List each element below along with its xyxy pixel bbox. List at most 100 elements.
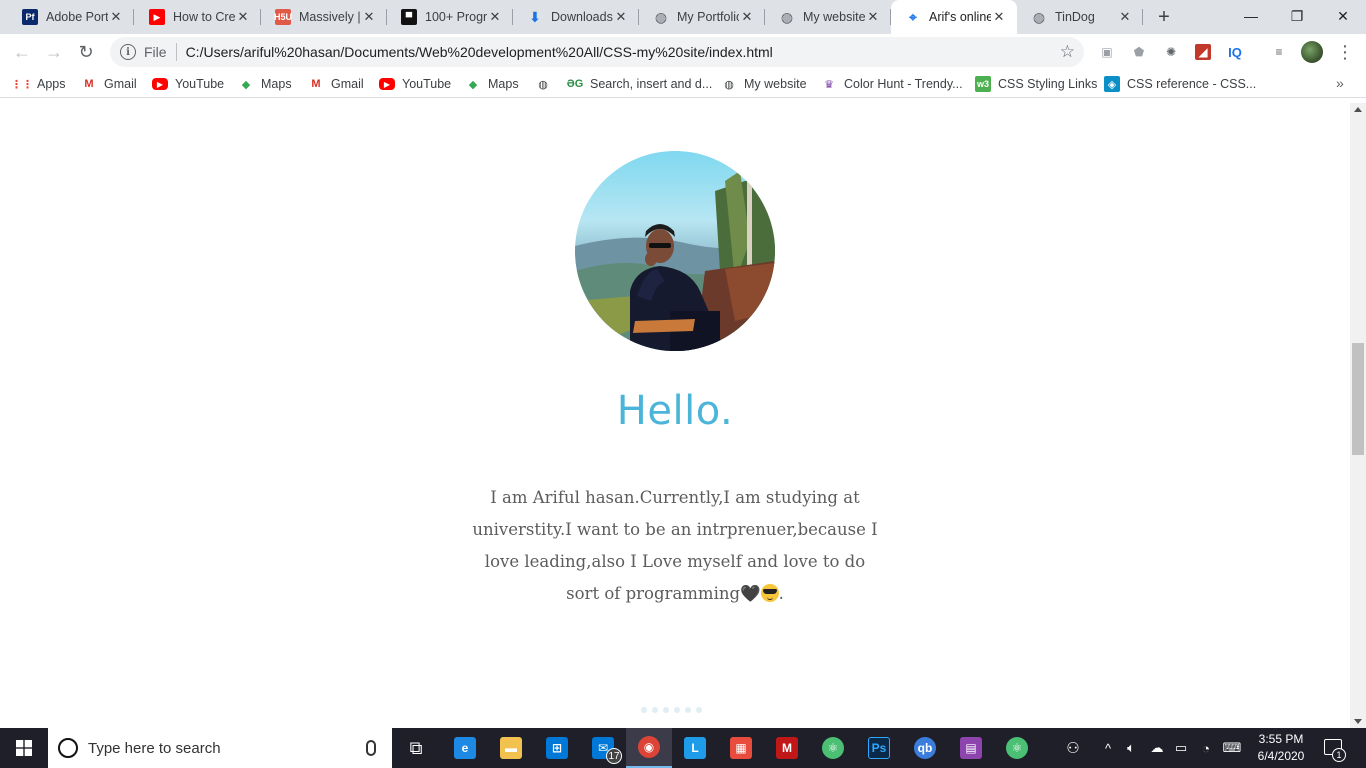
tab-title: Massively | HTML5 UP [299, 10, 361, 24]
browser-tab[interactable]: ⬇ Downloads ✕ [513, 0, 639, 34]
bookmark-item[interactable]: ◆ Maps [238, 75, 292, 93]
iq-icon[interactable]: IQ [1227, 44, 1243, 60]
bookmarks-overflow-button[interactable]: » [1336, 75, 1344, 91]
bookmark-item[interactable]: ◈ CSS reference - CSS... [1104, 75, 1256, 93]
battery-icon[interactable]: ▭ [1172, 728, 1190, 768]
close-tab-icon[interactable]: ✕ [108, 9, 124, 25]
keyboard-icon[interactable]: ⌨ [1220, 728, 1244, 768]
taskbar-app[interactable]: M [764, 728, 810, 768]
bookmark-item[interactable]: w3 CSS Styling Links [975, 75, 1097, 93]
start-button[interactable] [0, 728, 48, 768]
taskbar-app[interactable]: ▬ [488, 728, 534, 768]
show-hidden-icons-icon[interactable]: ^ [1100, 728, 1116, 768]
taskbar-app[interactable]: e [442, 728, 488, 768]
microphone-icon[interactable] [366, 740, 376, 756]
url-text[interactable]: C:/Users/ariful%20hasan/Documents/Web%20… [186, 44, 1060, 60]
maps-icon: ◆ [241, 78, 251, 91]
slider-dot[interactable] [641, 707, 647, 713]
browser-tab[interactable]: H5U Massively | HTML5 UP✕ [261, 0, 387, 34]
close-tab-icon[interactable]: ✕ [613, 9, 629, 25]
taskbar-app[interactable]: ✉ 17 [580, 728, 626, 768]
bookmark-item[interactable]: ⋮⋮ Apps [11, 75, 66, 93]
browser-tab[interactable]: ▶ How to Create✕ [135, 0, 261, 34]
scroll-thumb[interactable] [1352, 343, 1364, 455]
scroll-down-arrow-icon[interactable] [1354, 719, 1362, 724]
bookmark-item[interactable]: M Gmail [81, 75, 136, 93]
bug-icon[interactable]: ✺ [1163, 44, 1179, 60]
taskbar-app[interactable]: ▦ [718, 728, 764, 768]
scroll-up-arrow-icon[interactable] [1354, 107, 1362, 112]
page-scrollbar[interactable] [1350, 103, 1366, 728]
browser-tab[interactable]: ▀ 100+ Programming✕ [387, 0, 513, 34]
browser-tab[interactable]: ⌖ Arif's online ✕ [891, 0, 1017, 34]
bookmark-item[interactable]: ƏG Search, insert and d... [567, 75, 713, 93]
close-tab-icon[interactable]: ✕ [361, 9, 377, 25]
codepen-icon: ▀ [401, 9, 417, 25]
bookmark-item[interactable]: M Gmail [308, 75, 364, 93]
restore-button[interactable]: ❐ [1274, 0, 1320, 32]
slider-dot[interactable] [652, 707, 658, 713]
taskbar-app[interactable]: qb [902, 728, 948, 768]
close-tab-icon[interactable]: ✕ [991, 9, 1007, 25]
chrome-icon: ◉ [638, 736, 660, 758]
new-tab-button[interactable]: + [1152, 5, 1176, 29]
bookmark-item[interactable]: ◍ My website [721, 75, 806, 93]
slider-dot[interactable] [674, 707, 680, 713]
colorhunt-icon: ♛ [824, 78, 834, 91]
forward-button[interactable]: → [40, 38, 68, 66]
bookmark-item[interactable]: ▶ YouTube [379, 75, 451, 93]
taskbar-app[interactable]: ⚛ [810, 728, 856, 768]
close-tab-icon[interactable]: ✕ [235, 9, 251, 25]
taskbar-app[interactable]: ⊞ [534, 728, 580, 768]
browser-tab[interactable]: ◍ TinDog ✕ [1017, 0, 1143, 34]
address-divider [175, 43, 177, 61]
bookmark-item[interactable]: ▶ YouTube [152, 75, 224, 93]
bookmark-item[interactable]: ♛ Color Hunt - Trendy... [821, 75, 963, 93]
bookmark-star-icon[interactable]: ☆ [1060, 42, 1075, 62]
close-tab-icon[interactable]: ✕ [739, 9, 755, 25]
bookmark-label: Maps [261, 77, 292, 91]
slider-dot[interactable] [696, 707, 702, 713]
bookmark-label: Gmail [331, 77, 364, 91]
onedrive-icon[interactable]: ☁ [1147, 728, 1167, 768]
cortana-icon[interactable] [58, 738, 78, 758]
shield-icon[interactable]: ⬟ [1131, 44, 1147, 60]
minimize-button[interactable]: — [1228, 0, 1274, 32]
taskbar-app[interactable]: Ps [856, 728, 902, 768]
back-button[interactable]: ← [8, 38, 36, 66]
taskbar-app[interactable]: ◉ [626, 728, 672, 768]
bookmark-item[interactable]: ◍ [535, 75, 558, 93]
taskbar-clock[interactable]: 3:55 PM 6/4/2020 [1252, 731, 1310, 765]
taskbar-app[interactable]: L [672, 728, 718, 768]
wifi-icon[interactable]: ◔ [1197, 728, 1215, 768]
chart-ext-icon[interactable]: ◢ [1195, 44, 1211, 60]
slider-dot[interactable] [663, 707, 669, 713]
browser-tab[interactable]: ◍ My website ✕ [765, 0, 891, 34]
bookmark-item[interactable]: ◆ Maps [465, 75, 519, 93]
slider-dot[interactable] [685, 707, 691, 713]
media-icon[interactable]: ≡ [1271, 44, 1287, 60]
taskbar-search-box[interactable]: Type here to search [48, 728, 392, 768]
close-tab-icon[interactable]: ✕ [865, 9, 881, 25]
reload-button[interactable]: ↻ [72, 38, 100, 66]
volume-icon[interactable]: 🔈︎ [1122, 728, 1140, 768]
close-tab-icon[interactable]: ✕ [1117, 9, 1133, 25]
windows-logo-icon [16, 740, 32, 756]
close-window-button[interactable]: ✕ [1320, 0, 1366, 32]
profile-avatar[interactable] [1301, 41, 1323, 63]
browser-tab[interactable]: Pf Adobe Portfolio✕ [8, 0, 134, 34]
address-bar[interactable]: i File C:/Users/ariful%20hasan/Documents… [110, 37, 1084, 67]
close-tab-icon[interactable]: ✕ [487, 9, 503, 25]
reader-icon[interactable]: ▣ [1099, 44, 1115, 60]
taskbar-app[interactable]: ▤ [948, 728, 994, 768]
taskbar-app[interactable]: ⚛ [994, 728, 1040, 768]
people-icon[interactable]: ⚇ [1063, 728, 1083, 768]
browser-menu-icon[interactable]: ⋮ [1336, 42, 1354, 62]
site-info-icon[interactable]: i [120, 44, 136, 60]
bookmark-label: Maps [488, 77, 519, 91]
lumion-icon: L [684, 737, 706, 759]
taskbar-app[interactable]: ⧉ [393, 728, 439, 768]
photoshop-icon: Ps [868, 737, 890, 759]
browser-tab[interactable]: ◍ My Portfolio ✕ [639, 0, 765, 34]
css-ref-icon: ◈ [1104, 76, 1120, 92]
